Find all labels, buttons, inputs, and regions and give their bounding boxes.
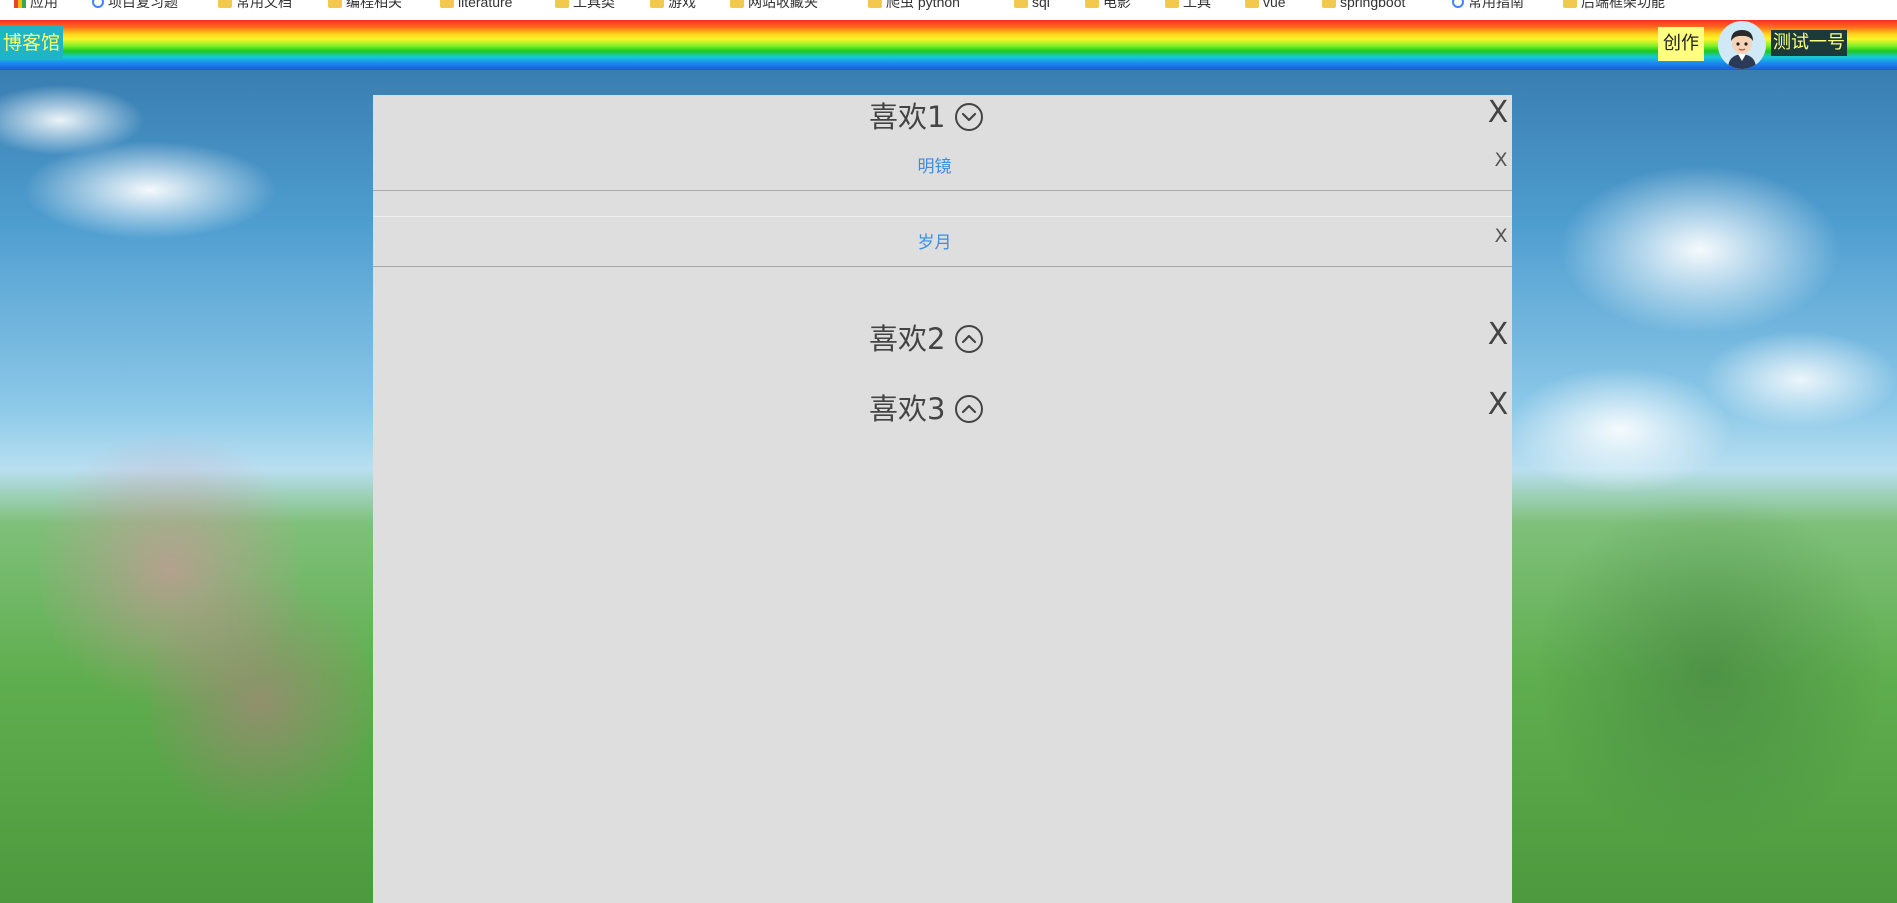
group-close-button[interactable]: X xyxy=(1485,387,1511,423)
bookmark-label: 项目复习题 xyxy=(108,0,178,10)
username-label[interactable]: 测试一号 xyxy=(1771,30,1847,56)
favorite-item: 明镜 X xyxy=(373,140,1512,191)
bookmark-item[interactable]: 常用指南 xyxy=(1452,0,1524,10)
tree-decoration xyxy=(1540,480,1880,860)
google-icon xyxy=(92,0,104,8)
favorite-item-link[interactable]: 岁月 xyxy=(373,228,1496,253)
favorites-panel: 喜欢1 X 明镜 X 岁月 X 喜欢2 X 喜欢3 X xyxy=(373,95,1512,903)
folder-icon xyxy=(328,0,342,8)
bookmark-item[interactable]: 电影 xyxy=(1085,0,1131,10)
bookmark-label: vue xyxy=(1263,0,1286,10)
bookmark-label: 应用 xyxy=(30,0,58,10)
chevron-up-circle-icon[interactable] xyxy=(954,324,984,354)
bookmark-label: sql xyxy=(1032,0,1050,10)
bookmark-label: springboot xyxy=(1340,0,1406,10)
folder-icon xyxy=(650,0,664,8)
folder-icon xyxy=(868,0,882,8)
avatar[interactable] xyxy=(1718,21,1766,69)
bookmark-item[interactable]: 工具 xyxy=(1165,0,1211,10)
favorite-item: 岁月 X xyxy=(373,216,1512,267)
folder-icon xyxy=(555,0,569,8)
bookmark-item[interactable]: vue xyxy=(1245,0,1286,10)
bookmark-label: 工具 xyxy=(1183,0,1211,10)
bookmark-item[interactable]: 后端框架功能 xyxy=(1563,0,1665,10)
bookmark-label: 编程相关 xyxy=(346,0,402,10)
create-button[interactable]: 创作 xyxy=(1658,27,1704,61)
site-logo[interactable]: 博客馆 xyxy=(0,26,64,60)
item-close-button[interactable]: X xyxy=(1492,224,1510,248)
page-scrollbar[interactable] xyxy=(1882,70,1897,903)
group-title[interactable]: 喜欢2 xyxy=(869,321,945,357)
bookmark-label: literature xyxy=(458,0,513,10)
favorite-item-link[interactable]: 明镜 xyxy=(373,152,1496,177)
user-avatar-icon xyxy=(1718,21,1766,69)
folder-icon xyxy=(1245,0,1259,8)
bookmark-item[interactable]: literature xyxy=(440,0,512,10)
bookmark-item[interactable]: 游戏 xyxy=(650,0,696,10)
folder-icon xyxy=(1085,0,1099,8)
bookmark-label: 工具类 xyxy=(573,0,615,10)
bookmark-item[interactable]: 常用文档 xyxy=(218,0,292,10)
bookmark-item[interactable]: 项目复习题 xyxy=(92,0,178,10)
bookmark-label: 常用指南 xyxy=(1468,0,1524,10)
bookmark-item[interactable]: 工具类 xyxy=(555,0,615,10)
folder-icon xyxy=(440,0,454,8)
apps-icon xyxy=(14,0,26,8)
chevron-down-circle-icon[interactable] xyxy=(954,102,984,132)
bookmark-item[interactable]: 爬虫 python xyxy=(868,0,960,10)
bookmark-apps[interactable]: 应用 xyxy=(14,0,58,10)
google-icon xyxy=(1452,0,1464,8)
folder-icon xyxy=(1165,0,1179,8)
group-close-button[interactable]: X xyxy=(1485,317,1511,353)
top-navbar: 博客馆 创作 测试一号 xyxy=(0,20,1897,70)
bookmark-item[interactable]: springboot xyxy=(1322,0,1405,10)
bookmark-item[interactable]: 编程相关 xyxy=(328,0,402,10)
bookmark-label: 常用文档 xyxy=(236,0,292,10)
bookmark-label: 网站收藏夹 xyxy=(748,0,818,10)
folder-icon xyxy=(730,0,744,8)
bookmark-label: 后端框架功能 xyxy=(1581,0,1665,10)
folder-icon xyxy=(1563,0,1577,8)
group-title[interactable]: 喜欢1 xyxy=(869,99,945,135)
blossom-decoration xyxy=(150,560,370,840)
bookmark-item[interactable]: 网站收藏夹 xyxy=(730,0,818,10)
folder-icon xyxy=(218,0,232,8)
bookmark-label: 爬虫 python xyxy=(886,0,960,10)
bookmark-item[interactable]: sql xyxy=(1014,0,1050,10)
bookmarks-bar: 应用 项目复习题 常用文档 编程相关 literature 工具类 游戏 网站收… xyxy=(0,0,1897,20)
folder-icon xyxy=(1322,0,1336,8)
group-close-button[interactable]: X xyxy=(1485,95,1511,131)
group-title[interactable]: 喜欢3 xyxy=(869,391,945,427)
chevron-up-circle-icon[interactable] xyxy=(954,394,984,424)
bookmark-label: 电影 xyxy=(1103,0,1131,10)
folder-icon xyxy=(1014,0,1028,8)
bookmark-label: 游戏 xyxy=(668,0,696,10)
favorite-group-1: 喜欢1 X xyxy=(373,95,1512,135)
item-close-button[interactable]: X xyxy=(1492,148,1510,172)
favorite-group-3: 喜欢3 X xyxy=(373,387,1512,427)
favorite-group-2: 喜欢2 X xyxy=(373,317,1512,357)
